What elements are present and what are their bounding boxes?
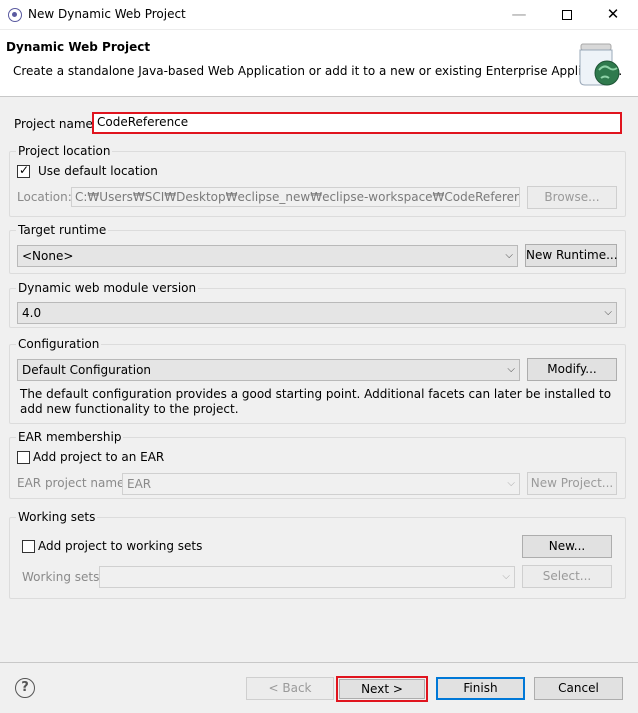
new-project-button[interactable]: New Project... (527, 472, 617, 495)
select-working-sets-button[interactable]: Select... (522, 565, 612, 588)
add-to-working-sets-checkbox[interactable] (22, 540, 35, 553)
maximize-icon (562, 10, 572, 20)
eclipse-icon (8, 8, 22, 22)
target-runtime-value: <None> (22, 249, 74, 263)
project-name-input[interactable]: CodeReference (92, 112, 622, 134)
new-runtime-button[interactable]: New Runtime... (525, 244, 618, 267)
window-title: New Dynamic Web Project (28, 7, 186, 21)
configuration-group-label: Configuration (16, 337, 102, 351)
add-to-working-sets-label: Add project to working sets (38, 539, 203, 553)
use-default-location-checkbox[interactable] (17, 163, 30, 178)
title-bar: New Dynamic Web Project — ✕ (0, 0, 638, 30)
target-runtime-group-label: Target runtime (16, 223, 109, 237)
web-module-version-group-label: Dynamic web module version (16, 281, 199, 295)
project-name-label: Project name: (14, 117, 97, 131)
add-to-ear-label: Add project to an EAR (33, 450, 165, 464)
new-working-set-button[interactable]: New... (522, 535, 612, 558)
web-module-version-select[interactable]: 4.0 ⌵ (17, 302, 617, 324)
location-input[interactable]: C:₩Users₩SCI₩Desktop₩eclipse_new₩eclipse… (71, 187, 520, 207)
working-sets-label: Working sets: (22, 570, 104, 584)
configuration-value: Default Configuration (22, 363, 152, 377)
web-module-version-value: 4.0 (22, 306, 42, 320)
location-label: Location: (17, 190, 72, 204)
ear-project-name-label: EAR project name: (17, 476, 129, 490)
chevron-down-icon: ⌵ (507, 478, 515, 489)
modify-button[interactable]: Modify... (527, 358, 617, 381)
working-sets-select[interactable]: ⌵ (99, 566, 515, 588)
chevron-down-icon: ⌵ (604, 307, 612, 318)
back-button[interactable]: < Back (246, 677, 334, 700)
chevron-down-icon: ⌵ (507, 364, 515, 375)
close-button[interactable]: ✕ (590, 0, 636, 30)
web-project-jar-icon (579, 43, 620, 86)
ear-membership-group-label: EAR membership (16, 430, 124, 444)
finish-button[interactable]: Finish (436, 677, 525, 700)
ear-project-name-select[interactable]: EAR ⌵ (122, 473, 520, 495)
cancel-button[interactable]: Cancel (534, 677, 623, 700)
configuration-description: The default configuration provides a goo… (20, 387, 612, 416)
help-icon[interactable]: ? (15, 678, 35, 698)
working-sets-group-label: Working sets (16, 510, 98, 524)
wizard-header: Dynamic Web Project Create a standalone … (0, 30, 638, 97)
next-button[interactable]: Next > (339, 679, 425, 699)
page-title: Dynamic Web Project (6, 40, 151, 54)
add-to-ear-checkbox[interactable] (17, 451, 30, 464)
chevron-down-icon: ⌵ (502, 571, 510, 582)
footer-divider (0, 662, 638, 663)
configuration-select[interactable]: Default Configuration ⌵ (17, 359, 520, 381)
page-description: Create a standalone Java-based Web Appli… (13, 64, 623, 78)
target-runtime-select[interactable]: <None> ⌵ (17, 245, 518, 267)
chevron-down-icon: ⌵ (505, 250, 513, 261)
use-default-location-label: Use default location (38, 164, 158, 178)
maximize-button[interactable] (544, 0, 590, 30)
project-location-group-label: Project location (16, 144, 113, 158)
ear-project-name-value: EAR (127, 477, 152, 491)
minimize-button[interactable]: — (496, 0, 542, 30)
browse-button[interactable]: Browse... (527, 186, 617, 209)
